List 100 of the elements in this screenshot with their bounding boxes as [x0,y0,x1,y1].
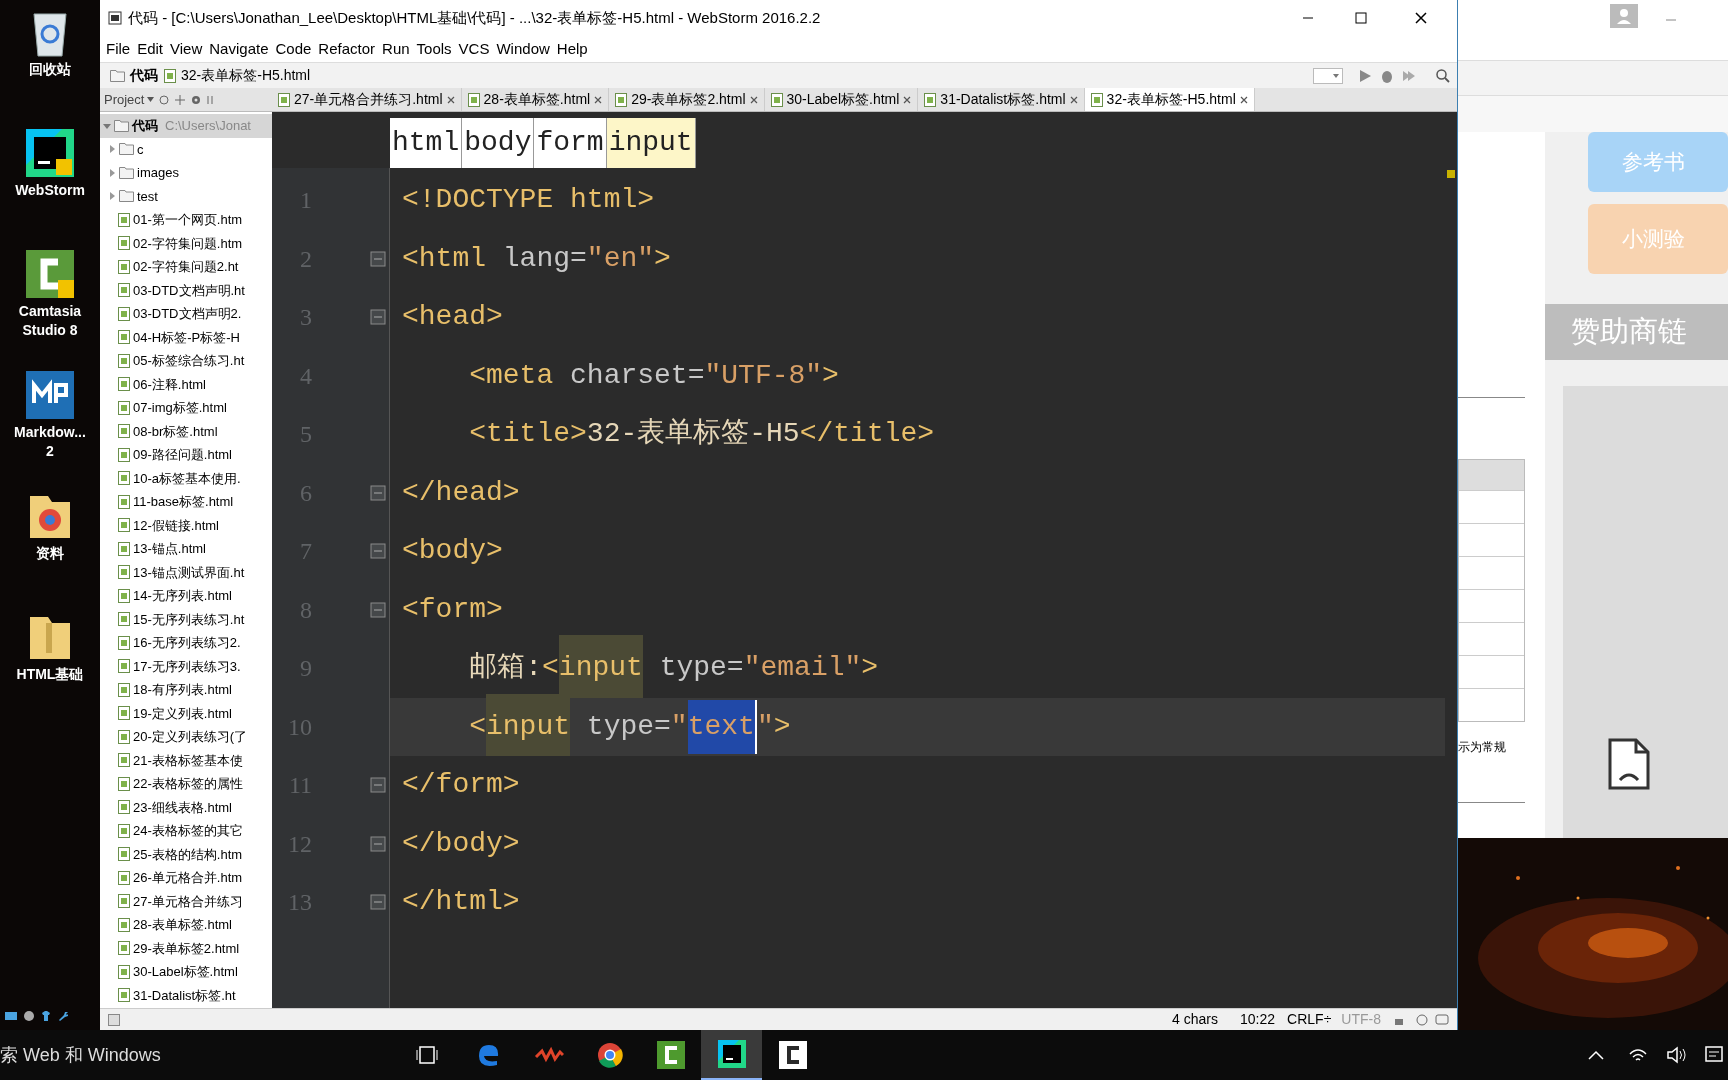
chevron-up-icon[interactable] [1588,1049,1604,1061]
tree-item-label[interactable]: test [137,186,158,206]
desktop-icon-label[interactable]: WebStorm [15,181,85,200]
tree-item-label[interactable]: 02-字符集问题.htm [133,233,243,253]
tree-item-label[interactable]: 13-锚点测试界面.ht [133,562,245,582]
tab-label[interactable]: 30-Label标签.html [786,89,900,110]
menu-item[interactable]: Edit [137,37,164,61]
desktop-icon-label[interactable]: Markdow... 2 [14,423,86,461]
tree-item-label[interactable]: 11-base标签.html [133,492,234,512]
wave-app-icon[interactable] [533,1045,564,1065]
menu-item[interactable]: VCS [458,37,490,61]
close-icon[interactable] [1069,95,1078,104]
tree-item-label[interactable]: 08-br标签.html [133,421,218,441]
breadcrumb[interactable]: form [534,118,607,168]
tree-item-label[interactable]: 17-无序列表练习3. [133,656,241,676]
menu-item[interactable]: Tools [416,37,452,61]
collapse-icon[interactable] [174,93,187,106]
fold-marker-icon[interactable] [370,601,386,618]
tree-item-label[interactable]: 28-表单标签.html [133,915,232,935]
tab-label[interactable]: 31-Datalist标签.html [940,89,1066,110]
tree-item-label[interactable]: 06-注释.html [133,374,206,394]
menu-item[interactable]: Window [496,37,550,61]
tree-item-label[interactable]: 21-表格标签基本使 [133,750,243,770]
tree-item-label[interactable]: 22-表格标签的属性 [133,774,243,794]
search-field[interactable]: 索 Web 和 Windows [0,1041,396,1069]
volume-icon[interactable] [1666,1046,1688,1064]
tab-label[interactable]: 27-单元格合并练习.html [294,89,443,110]
tree-item-label[interactable]: 07-img标签.html [133,398,227,418]
tree-item-label[interactable]: 03-DTD文档声明.ht [133,280,245,300]
collapse-arrow-icon[interactable] [108,168,116,177]
play-icon[interactable] [1357,67,1373,84]
tree-item-label[interactable]: 23-细线表格.html [133,797,232,817]
breadcrumb[interactable]: input [606,118,696,168]
tree-item-label[interactable]: 10-a标签基本使用. [133,468,241,488]
keyboard-icon[interactable] [4,1010,18,1022]
panel-selector[interactable]: Project [104,89,155,110]
tab-label[interactable]: 29-表单标签2.html [631,89,746,110]
tree-item-label[interactable]: 02-字符集问题2.ht [133,257,239,277]
app-logo-icon[interactable] [777,1040,808,1070]
menu-item[interactable]: Navigate [209,37,269,61]
tree-item-label[interactable]: 29-表单标签2.html [133,938,240,958]
menu-item[interactable]: View [170,37,203,61]
settings-icon[interactable] [190,93,203,106]
fold-marker-icon[interactable] [370,835,386,852]
tab-label[interactable]: 28-表单标签.html [483,89,591,110]
tree-item-label[interactable]: 19-定义列表.html [133,703,232,723]
tree-item-label[interactable]: 18-有序列表.html [133,680,232,700]
desktop-icon-label[interactable]: Camtasia Studio 8 [2,302,98,340]
tree-item[interactable]: 代码 C:\Users\Jonat [100,114,272,138]
status-line-separator[interactable]: CRLF÷ [1287,1009,1332,1030]
menu-item[interactable]: Help [556,37,588,61]
tree-item-label[interactable]: 20-定义列表练习(了 [133,727,248,747]
tree-item-label[interactable]: images [137,163,179,183]
tree-item-label[interactable]: 16-无序列表练习2. [133,633,241,653]
panel-toggle-icon[interactable] [108,1013,120,1026]
tree-item-label[interactable]: c [137,139,144,159]
close-icon[interactable] [1239,95,1248,104]
tree-item-label[interactable]: 25-表格的结构.htm [133,844,243,864]
collapse-arrow-icon[interactable] [108,145,116,154]
tree-item-label[interactable]: 04-H标签-P标签-H [133,327,240,347]
nav-crumb[interactable]: 代码 [110,65,158,86]
tree-item-label[interactable]: 30-Label标签.html [133,962,238,982]
desktop-icon-label[interactable]: HTML基础 [16,665,84,684]
close-icon[interactable] [446,95,455,104]
breadcrumb[interactable]: body [462,118,535,168]
status-position[interactable]: 10:22 [1240,1009,1276,1030]
tree-item-label[interactable]: 01-第一个网页.htm [133,210,243,230]
tree-item-label[interactable]: 26-单元格合并.htm [133,868,243,888]
warning-marker[interactable] [1447,170,1455,178]
menu-item[interactable]: Run [382,37,410,61]
breadcrumb[interactable]: html [390,118,463,168]
app-logo-icon[interactable] [655,1040,686,1070]
tree-item-label[interactable]: 05-标签综合练习.ht [133,351,245,371]
tree-item-label[interactable]: 14-无序列表.html [133,586,232,606]
close-icon[interactable] [594,95,603,104]
tree-item-label[interactable]: 13-锚点.html [133,539,206,559]
app-logo-icon[interactable] [716,1039,747,1069]
fold-marker-icon[interactable] [370,777,386,794]
wrench-icon[interactable] [57,1010,69,1022]
tree-item-label[interactable]: 代码 [132,116,158,136]
collapse-arrow-icon[interactable] [108,192,116,201]
dropdown-icon[interactable] [1313,67,1343,84]
notification-icon[interactable] [1704,1045,1724,1065]
desktop-icon-label[interactable]: 回收站 [29,60,71,79]
desktop-icon-label[interactable]: 资料 [36,544,64,563]
tab-label[interactable]: 32-表单标签-H5.html [1106,89,1236,110]
chrome-icon[interactable] [595,1041,624,1069]
expand-arrow-icon[interactable] [103,121,111,130]
tree-item-label[interactable]: 15-无序列表练习.ht [133,609,245,629]
fold-marker-icon[interactable] [370,250,386,267]
tree-item-label[interactable]: 12-假链接.html [133,515,219,535]
close-icon[interactable] [903,95,912,104]
tree-item-label[interactable]: 09-路径问题.html [133,445,232,465]
close-icon[interactable] [749,95,758,104]
fold-marker-icon[interactable] [370,484,386,501]
tree-item-label[interactable]: 03-DTD文档声明2. [133,304,242,324]
search-icon[interactable] [1435,67,1451,84]
tree-item-label[interactable]: 27-单元格合并练习 [133,891,243,911]
fold-marker-icon[interactable] [370,309,386,326]
tree-item-label[interactable]: 31-Datalist标签.ht [133,985,236,1005]
